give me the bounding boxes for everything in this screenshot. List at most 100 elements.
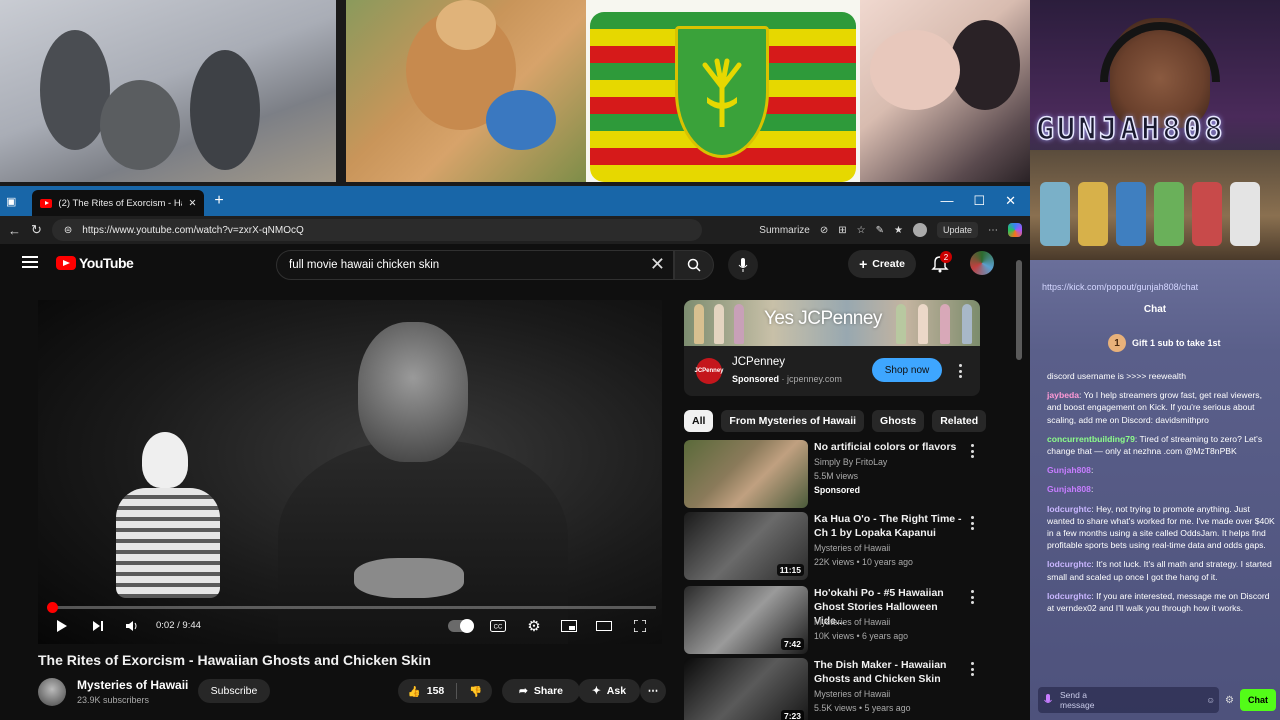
video-more-icon[interactable] — [970, 516, 974, 530]
captions-icon[interactable]: CC — [488, 616, 508, 636]
back-icon[interactable]: ← — [8, 223, 21, 238]
chip-from-mysteries-of-hawaii[interactable]: From Mysteries of Hawaii — [721, 410, 865, 432]
summarize-button[interactable]: Summarize — [759, 225, 810, 236]
chat-username[interactable]: Gunjah808 — [1047, 484, 1091, 494]
apps-icon[interactable]: ⊞ — [838, 225, 846, 236]
recommended-video[interactable]: 7:23 The Dish Maker - Hawaiian Ghosts and… — [684, 658, 984, 720]
shop-now-button[interactable]: Shop now — [872, 358, 942, 382]
video-more-icon[interactable] — [970, 662, 974, 676]
recommended-video-title[interactable]: Ka Hua O'o - The Right Time - Ch 1 by Lo… — [814, 512, 964, 540]
video-more-icon[interactable] — [970, 444, 974, 458]
refresh-icon[interactable]: ↻ — [31, 222, 42, 238]
recommended-video[interactable]: No artificial colors or flavors Simply By… — [684, 440, 984, 508]
chat-username[interactable]: lodcurghtc — [1047, 504, 1091, 514]
volume-icon[interactable] — [122, 616, 142, 636]
chat-message-input[interactable]: Send a message ☺ — [1038, 687, 1220, 713]
read-aloud-icon[interactable]: ⊘ — [820, 225, 828, 236]
page-scrollbar[interactable] — [1016, 258, 1022, 720]
channel-avatar[interactable] — [38, 678, 66, 706]
tab-youtube-video[interactable]: (2) The Rites of Exorcism - Hawaii ✕ — [32, 190, 205, 216]
search-input[interactable]: full movie hawaii chicken skin ✕ — [276, 250, 674, 280]
fullscreen-icon[interactable] — [630, 616, 650, 636]
recommended-channel[interactable]: Simply By FritoLay — [814, 456, 887, 469]
video-more-icon[interactable] — [970, 590, 974, 604]
create-button[interactable]: + Create — [848, 250, 916, 278]
next-video-icon[interactable] — [88, 616, 108, 636]
chat-username[interactable]: lodcurghtc — [1047, 591, 1091, 601]
tab-actions-icon[interactable]: ▣ — [6, 195, 16, 208]
chip-all[interactable]: All — [684, 410, 714, 432]
like-button[interactable]: 👍 158 — [408, 685, 445, 698]
recommended-video-title[interactable]: The Dish Maker - Hawaiian Ghosts and Chi… — [814, 658, 964, 686]
chat-username[interactable]: jaybeda — [1047, 390, 1079, 400]
address-bar[interactable]: ⊜ https://www.youtube.com/watch?v=zxrX-q… — [51, 219, 702, 241]
hawaii-kanaka-maoli-flag — [586, 0, 860, 182]
channel-name[interactable]: Mysteries of Hawaii — [77, 678, 188, 692]
video-thumbnail[interactable]: 11:15 — [684, 512, 808, 580]
video-thumbnail[interactable]: 7:42 — [684, 586, 808, 654]
ad-more-icon[interactable] — [958, 364, 962, 378]
emoji-icon[interactable]: ☺ — [1206, 695, 1215, 705]
recommended-channel[interactable]: Mysteries of Hawaii — [814, 542, 890, 555]
ad-banner-image[interactable]: Yes JCPenney — [684, 300, 980, 346]
chat-username[interactable]: lodcurghtc — [1047, 559, 1091, 569]
dislike-button[interactable]: 👎 — [469, 685, 482, 698]
player-controls: 0:02 / 9:44 CC ⚙ — [38, 614, 662, 638]
chat-username[interactable]: Gunjah808 — [1047, 465, 1091, 475]
minimize-icon[interactable]: — — [940, 193, 953, 209]
theater-mode-icon[interactable] — [594, 616, 614, 636]
maximize-icon[interactable]: ☐ — [973, 193, 985, 209]
chat-message-list: discord username is >>>> reewealth jaybed… — [1047, 370, 1275, 621]
chat-settings-icon[interactable]: ⚙ — [1225, 695, 1234, 706]
copilot-icon[interactable] — [1008, 223, 1022, 237]
chat-message: Gunjah808: — [1047, 464, 1275, 476]
recommended-channel[interactable]: Mysteries of Hawaii — [814, 688, 890, 701]
collections-icon[interactable]: ★ — [894, 225, 903, 236]
recommended-video-title[interactable]: No artificial colors or flavors — [814, 440, 964, 454]
gift-sub-prompt[interactable]: 1 Gift 1 sub to take 1st — [1108, 334, 1221, 352]
share-button[interactable]: ➦ Share — [502, 679, 580, 703]
recommended-video[interactable]: 11:15 Ka Hua O'o - The Right Time - Ch 1 … — [684, 512, 984, 580]
play-icon[interactable] — [52, 616, 72, 636]
subscribe-button[interactable]: Subscribe — [198, 679, 270, 703]
more-actions-button[interactable]: ⋯ — [640, 679, 666, 703]
menu-hamburger-icon[interactable] — [22, 256, 38, 268]
site-info-icon[interactable]: ⊜ — [64, 225, 72, 236]
clear-search-icon[interactable]: ✕ — [650, 254, 665, 275]
streamer-webcam: GUNJAH808 — [1030, 0, 1280, 260]
settings-gear-icon[interactable]: ⚙ — [524, 616, 544, 636]
scrubber-handle[interactable] — [47, 602, 59, 613]
narrator-head — [358, 322, 468, 462]
recommended-video[interactable]: 7:42 Ho'okahi Po - #5 Hawaiian Ghost Stor… — [684, 586, 984, 654]
voice-search-button[interactable] — [728, 250, 758, 280]
video-progress-bar[interactable] — [47, 602, 656, 613]
video-player[interactable]: 0:02 / 9:44 CC ⚙ — [38, 300, 662, 644]
youtube-logo[interactable]: YouTube — [56, 255, 134, 271]
scrollbar-thumb[interactable] — [1016, 260, 1022, 360]
chat-username[interactable]: concurrentbuilding79 — [1047, 434, 1135, 444]
ask-button[interactable]: ✦ Ask — [578, 679, 640, 703]
extensions-icon[interactable]: ✎ — [876, 225, 884, 236]
chat-send-button[interactable]: Chat — [1240, 689, 1276, 711]
update-button[interactable]: Update — [936, 222, 978, 238]
overlay-gif-soldiers — [0, 0, 336, 182]
video-thumbnail[interactable]: 7:23 — [684, 658, 808, 720]
profile-icon[interactable] — [912, 223, 927, 237]
ad-card[interactable]: JCPenney JCPenney Sponsored · jcpenney.c… — [684, 346, 980, 396]
recommended-channel[interactable]: Mysteries of Hawaii — [814, 616, 890, 629]
chat-popout-url[interactable]: https://kick.com/popout/gunjah808/chat — [1042, 282, 1198, 292]
chip-related[interactable]: Related — [932, 410, 987, 432]
close-tab-icon[interactable]: ✕ — [188, 198, 196, 209]
more-menu-icon[interactable]: ⋯ — [988, 225, 998, 236]
close-window-icon[interactable]: ✕ — [1005, 193, 1016, 209]
favorite-star-icon[interactable]: ☆ — [857, 225, 866, 236]
mic-icon[interactable] — [1044, 694, 1052, 706]
autoplay-toggle[interactable] — [448, 619, 474, 633]
chip-ghosts[interactable]: Ghosts — [872, 410, 925, 432]
video-thumbnail[interactable] — [684, 440, 808, 508]
more-horizontal-icon: ⋯ — [647, 685, 659, 697]
new-tab-icon[interactable]: + — [214, 192, 223, 210]
search-button[interactable] — [674, 250, 714, 280]
miniplayer-icon[interactable] — [559, 616, 579, 636]
account-avatar[interactable] — [970, 251, 994, 275]
